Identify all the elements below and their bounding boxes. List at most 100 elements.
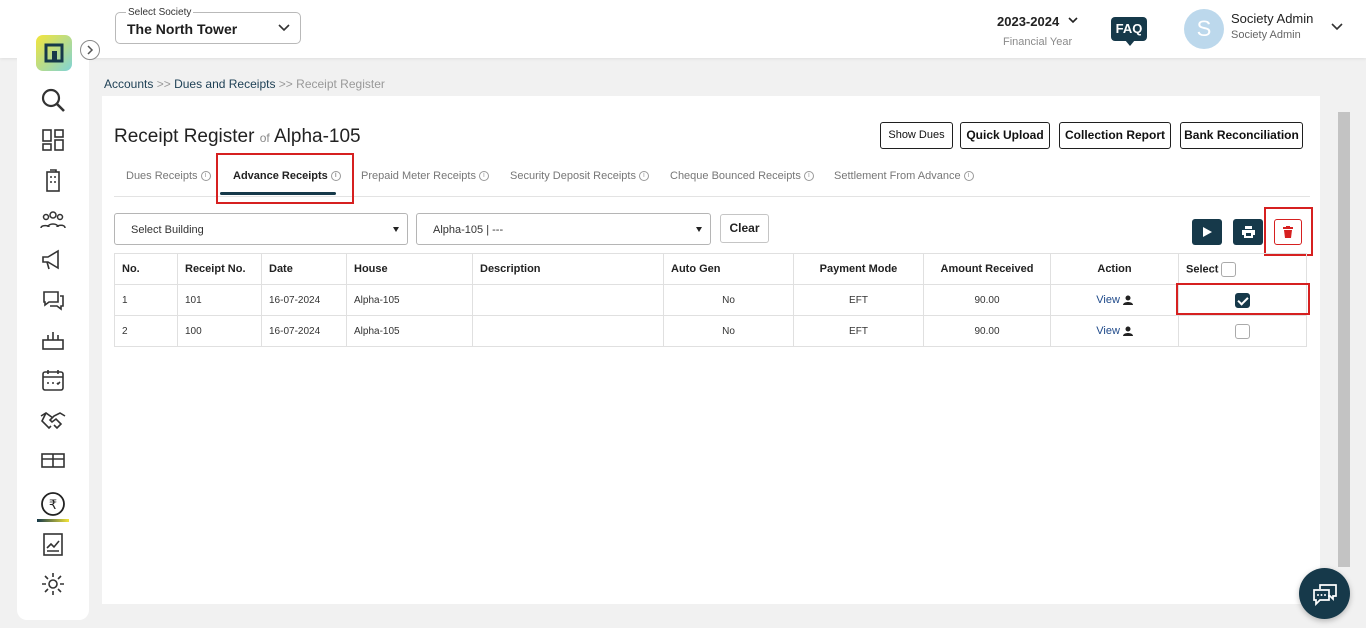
parcel-icon[interactable]	[40, 447, 66, 473]
col-date: Date	[261, 253, 347, 285]
col-auto-gen: Auto Gen	[663, 253, 794, 285]
user-icon	[1122, 326, 1133, 337]
tab-label: Settlement From Advance	[834, 170, 961, 182]
announcement-icon[interactable]	[40, 247, 66, 273]
cell-receipt-no: 100	[177, 315, 262, 347]
society-select-value: The North Tower	[127, 21, 238, 37]
cell-amount: 90.00	[923, 315, 1051, 347]
cell-no: 1	[114, 284, 178, 316]
breadcrumb-receipt-register: Receipt Register	[296, 77, 385, 91]
cell-auto-gen: No	[663, 284, 794, 316]
sidebar-toggle-button[interactable]	[80, 40, 100, 60]
vertical-scrollbar[interactable]	[1323, 96, 1335, 604]
highlight-box-checkbox	[1176, 283, 1310, 315]
user-menu-chevron-icon[interactable]	[1331, 23, 1343, 31]
col-payment-mode: Payment Mode	[793, 253, 924, 285]
cell-auto-gen: No	[663, 315, 794, 347]
tab-label: Prepaid Meter Receipts	[361, 170, 476, 182]
page-title-text: Receipt Register	[114, 126, 255, 147]
tab-prepaid-meter-receipts[interactable]: Prepaid Meter Receipts i	[361, 170, 489, 182]
chat-support-button[interactable]	[1299, 568, 1350, 619]
cell-no: 2	[114, 315, 178, 347]
tab-dues-receipts[interactable]: Dues Receipts i	[126, 170, 211, 182]
tab-settlement-from-advance[interactable]: Settlement From Advance i	[834, 170, 974, 182]
cell-action: View	[1050, 284, 1179, 316]
chat-bubble-icon	[1312, 583, 1337, 606]
tab-label: Security Deposit Receipts	[510, 170, 636, 182]
col-house: House	[346, 253, 473, 285]
chat-icon[interactable]	[40, 287, 66, 313]
col-receipt-no: Receipt No.	[177, 253, 262, 285]
calendar-icon[interactable]	[40, 367, 66, 393]
page-title-unit: Alpha-105	[273, 126, 361, 147]
building-select[interactable]: Select Building	[114, 213, 408, 245]
search-icon[interactable]	[40, 87, 66, 113]
view-link[interactable]: View	[1096, 294, 1120, 306]
select-header-label: Select	[1186, 262, 1219, 275]
financial-year-select[interactable]: 2023-2024	[997, 14, 1059, 29]
select-all-checkbox[interactable]	[1221, 261, 1237, 277]
members-icon[interactable]	[40, 207, 66, 233]
building-select-placeholder: Select Building	[131, 224, 204, 236]
handshake-icon[interactable]	[40, 407, 66, 433]
print-button[interactable]	[1233, 219, 1263, 245]
col-amount-received: Amount Received	[923, 253, 1051, 285]
chevron-down-icon[interactable]	[1068, 17, 1078, 24]
dashboard-icon[interactable]	[40, 127, 66, 153]
user-name: Society Admin	[1231, 11, 1314, 26]
show-dues-button[interactable]: Show Dues	[880, 122, 953, 149]
cell-description	[472, 284, 664, 316]
col-action: Action	[1050, 253, 1179, 285]
unit-select[interactable]: Alpha-105 | ---	[416, 213, 711, 245]
cell-description	[472, 315, 664, 347]
page-title: Receipt Register of Alpha-105	[114, 126, 361, 148]
tab-cheque-bounced-receipts[interactable]: Cheque Bounced Receipts i	[670, 170, 814, 182]
breadcrumb-accounts[interactable]: Accounts	[104, 77, 153, 91]
cell-action: View	[1050, 315, 1179, 347]
clear-button[interactable]: Clear	[720, 214, 769, 243]
caret-down-icon	[393, 227, 399, 232]
tab-security-deposit-receipts[interactable]: Security Deposit Receipts i	[510, 170, 649, 182]
breadcrumb-separator: >>	[156, 77, 171, 91]
breadcrumb: Accounts >> Dues and Receipts >> Receipt…	[104, 77, 385, 91]
avatar[interactable]: S	[1184, 9, 1224, 49]
society-select[interactable]: Select Society The North Tower	[115, 7, 301, 44]
cell-house: Alpha-105	[346, 315, 473, 347]
user-icon	[1122, 295, 1133, 306]
active-indicator	[37, 519, 69, 522]
svg-text:₹: ₹	[49, 498, 57, 513]
building-icon[interactable]	[40, 167, 66, 193]
cell-date: 16-07-2024	[261, 315, 347, 347]
breadcrumb-dues-and-receipts[interactable]: Dues and Receipts	[174, 77, 275, 91]
page-title-of: of	[259, 131, 270, 145]
table-header-row: No. Receipt No. Date House Description A…	[114, 253, 1307, 285]
row-select-checkbox[interactable]	[1235, 323, 1250, 339]
quick-upload-button[interactable]: Quick Upload	[960, 122, 1050, 149]
col-no: No.	[114, 253, 178, 285]
cell-payment-mode: EFT	[793, 284, 924, 316]
rupee-icon[interactable]: ₹	[40, 491, 66, 517]
play-icon	[1203, 227, 1212, 237]
report-icon[interactable]	[40, 531, 66, 557]
highlight-box-delete	[1264, 207, 1313, 256]
highlight-box-tab	[216, 153, 354, 204]
view-link[interactable]: View	[1096, 325, 1120, 337]
settings-icon[interactable]	[40, 571, 66, 597]
tab-label: Dues Receipts	[126, 170, 198, 182]
horizontal-scrollbar[interactable]	[102, 604, 1320, 616]
vertical-scrollbar-thumb[interactable]	[1338, 112, 1350, 567]
tab-label: Cheque Bounced Receipts	[670, 170, 801, 182]
info-icon: i	[478, 171, 489, 182]
collection-report-button[interactable]: Collection Report	[1059, 122, 1171, 149]
info-icon: i	[963, 171, 974, 182]
table-row: 2 100 16-07-2024 Alpha-105 No EFT 90.00 …	[114, 315, 1307, 347]
financial-year-label: Financial Year	[1003, 36, 1073, 48]
breadcrumb-separator: >>	[278, 77, 293, 91]
faq-button[interactable]: FAQ	[1111, 17, 1147, 46]
caret-down-icon	[696, 227, 702, 232]
amenity-icon[interactable]	[40, 327, 66, 353]
bank-reconciliation-button[interactable]: Bank Reconciliation	[1180, 122, 1303, 149]
top-bar: Select Society The North Tower 2023-2024…	[0, 0, 1366, 58]
send-button[interactable]	[1192, 219, 1222, 245]
receipts-table: No. Receipt No. Date House Description A…	[114, 253, 1307, 347]
